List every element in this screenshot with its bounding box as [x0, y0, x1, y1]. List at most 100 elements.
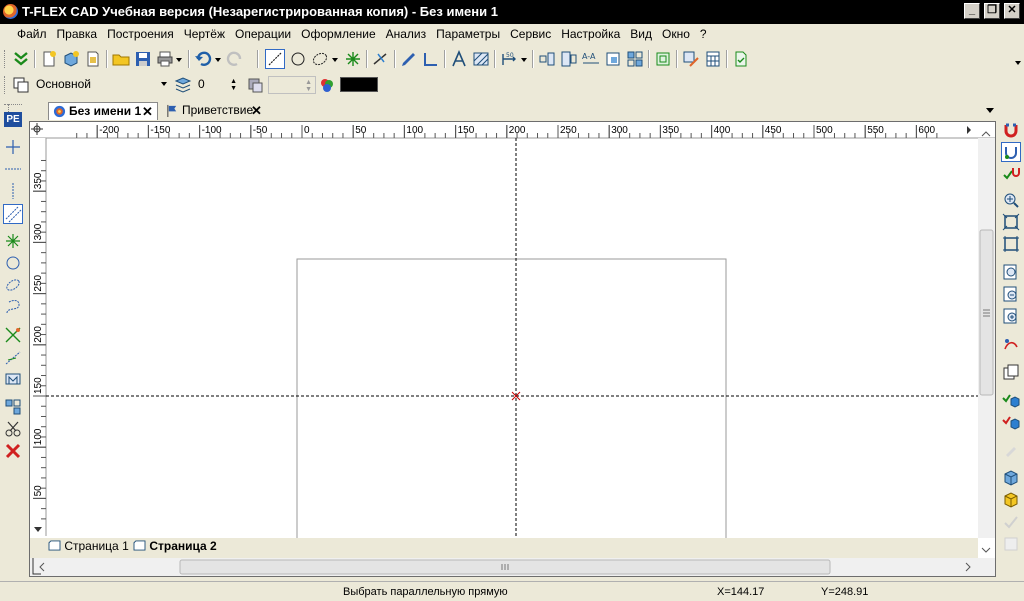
- undo-dropdown-arrow[interactable]: [215, 58, 221, 62]
- menu-construct[interactable]: Построения: [102, 24, 179, 45]
- tab-document-1[interactable]: Без имени 1 ✕: [48, 102, 158, 120]
- picture-insert-icon[interactable]: [560, 50, 578, 68]
- grid-layout-icon[interactable]: [626, 50, 644, 68]
- 3d-model-icon[interactable]: [1002, 491, 1020, 509]
- close-tab-icon[interactable]: ✕: [251, 102, 262, 119]
- menu-help[interactable]: ?: [695, 24, 712, 45]
- hatch-tool-icon[interactable]: [472, 50, 490, 68]
- print-dropdown-arrow[interactable]: [176, 58, 182, 62]
- minimize-button[interactable]: _: [964, 3, 980, 19]
- 3d-window-icon[interactable]: [1002, 469, 1020, 487]
- vertical-line-icon[interactable]: [4, 182, 22, 200]
- check-magnet-icon[interactable]: [1002, 165, 1020, 183]
- priority-stepper[interactable]: ▲ ▼: [268, 76, 316, 94]
- chevron-double-down-icon[interactable]: [12, 50, 30, 68]
- menu-drawing[interactable]: Чертёж: [179, 24, 230, 45]
- parallel-line-icon[interactable]: [3, 204, 23, 224]
- ellipse-icon[interactable]: [4, 276, 22, 294]
- menu-edit[interactable]: Правка: [52, 24, 103, 45]
- fragment-icon[interactable]: [4, 370, 22, 388]
- pencil-icon[interactable]: [400, 50, 418, 68]
- 3d-check-icon[interactable]: [1002, 391, 1020, 409]
- menu-parameters[interactable]: Параметры: [431, 24, 505, 45]
- close-tab-icon[interactable]: ✕: [142, 103, 153, 120]
- sketch-tool-icon[interactable]: [372, 50, 390, 68]
- print-icon[interactable]: [156, 50, 174, 68]
- construction-line-icon[interactable]: [4, 138, 22, 156]
- intersection-node-icon[interactable]: [4, 326, 22, 344]
- new-3d-model-icon[interactable]: [62, 50, 80, 68]
- menu-view[interactable]: Вид: [625, 24, 657, 45]
- dimension-tool-icon[interactable]: 50: [500, 50, 518, 68]
- zoom-window-icon[interactable]: [1002, 235, 1020, 253]
- level-stepper[interactable]: 0 ▲ ▼: [194, 76, 240, 94]
- toolbar-grip[interactable]: [4, 50, 8, 68]
- color-swatch[interactable]: [340, 77, 378, 92]
- scissors-icon[interactable]: [4, 420, 22, 438]
- spinner-arrows-icon[interactable]: ▲ ▼: [230, 78, 237, 92]
- redo-icon[interactable]: [226, 50, 244, 68]
- copy-window-icon[interactable]: [1002, 363, 1020, 381]
- parameters-window-icon[interactable]: PE: [4, 112, 22, 127]
- zoom-out-icon[interactable]: [1002, 307, 1020, 325]
- zoom-extents-icon[interactable]: [1002, 213, 1020, 231]
- 3d-view-icon[interactable]: [1002, 413, 1020, 431]
- new-document-icon[interactable]: [40, 50, 58, 68]
- graphic-line-icon[interactable]: [422, 50, 440, 68]
- variables-icon[interactable]: [654, 50, 672, 68]
- menu-file[interactable]: Файл: [12, 24, 52, 45]
- toolbar-separator: [444, 50, 446, 68]
- page-tab-1[interactable]: Страница 1: [48, 539, 129, 555]
- zoom-in-icon[interactable]: [1002, 191, 1020, 209]
- delete-icon[interactable]: [4, 442, 22, 460]
- dimension-dropdown-arrow[interactable]: [521, 58, 527, 62]
- node-icon[interactable]: [4, 232, 22, 250]
- menu-operations[interactable]: Операции: [230, 24, 296, 45]
- text-tool-icon[interactable]: [450, 50, 468, 68]
- menu-window[interactable]: Окно: [657, 24, 695, 45]
- new-from-template-icon[interactable]: [84, 50, 102, 68]
- menu-format[interactable]: Оформление: [296, 24, 380, 45]
- menu-settings[interactable]: Настройка: [556, 24, 625, 45]
- color-palette-icon[interactable]: [318, 76, 336, 94]
- circle-icon[interactable]: [4, 254, 22, 272]
- table-insert-icon[interactable]: [604, 50, 622, 68]
- restore-button[interactable]: ❐: [984, 3, 1000, 19]
- menu-service[interactable]: Сервис: [505, 24, 556, 45]
- tabs-dropdown-arrow[interactable]: [986, 108, 994, 113]
- tangent-line-icon[interactable]: [4, 348, 22, 366]
- ellipse-tool-icon[interactable]: [311, 50, 329, 68]
- toolbar-grip[interactable]: [4, 104, 22, 107]
- ruler-tick-label: -200: [99, 125, 119, 136]
- calculator-icon[interactable]: [704, 50, 722, 68]
- model-tree-icon[interactable]: [682, 50, 700, 68]
- scroll-down-arrow[interactable]: [981, 547, 991, 553]
- undo-icon[interactable]: [194, 50, 212, 68]
- close-window-button[interactable]: ✕: [1004, 3, 1020, 19]
- line-tool-icon[interactable]: [265, 49, 285, 69]
- tab-welcome[interactable]: Приветствие ✕: [162, 102, 270, 120]
- node-point-icon[interactable]: [344, 50, 362, 68]
- horizontal-line-icon[interactable]: [4, 160, 22, 178]
- text-replace-icon[interactable]: A-A: [582, 50, 600, 68]
- open-folder-icon[interactable]: [112, 50, 130, 68]
- zoom-page-icon[interactable]: [1002, 285, 1020, 303]
- spline-icon[interactable]: [4, 298, 22, 316]
- zoom-previous-icon[interactable]: [1002, 263, 1020, 281]
- toolbar-overflow-arrow[interactable]: [1015, 61, 1021, 65]
- page-tab-2[interactable]: Страница 2: [133, 539, 217, 555]
- drawing-canvas[interactable]: -200 -150 -100 -50 0 50 100 150 200 250 300 350 400 4…: [30, 122, 995, 576]
- save-icon[interactable]: [134, 50, 152, 68]
- snap-magnet-icon[interactable]: [1002, 121, 1020, 139]
- fragment-insert-icon[interactable]: [538, 50, 556, 68]
- menu-analysis[interactable]: Анализ: [381, 24, 432, 45]
- edit-construction-icon[interactable]: [4, 398, 22, 416]
- toolbar-grip[interactable]: [4, 76, 8, 94]
- circle-tool-icon[interactable]: [289, 50, 307, 68]
- layer-select[interactable]: Основной: [32, 76, 170, 94]
- macro-document-icon[interactable]: [732, 50, 750, 68]
- object-snap-icon[interactable]: [1001, 142, 1021, 162]
- app-logo-icon[interactable]: [3, 4, 18, 19]
- ellipse-dropdown-arrow[interactable]: [332, 58, 338, 62]
- redraw-icon[interactable]: [1002, 335, 1020, 353]
